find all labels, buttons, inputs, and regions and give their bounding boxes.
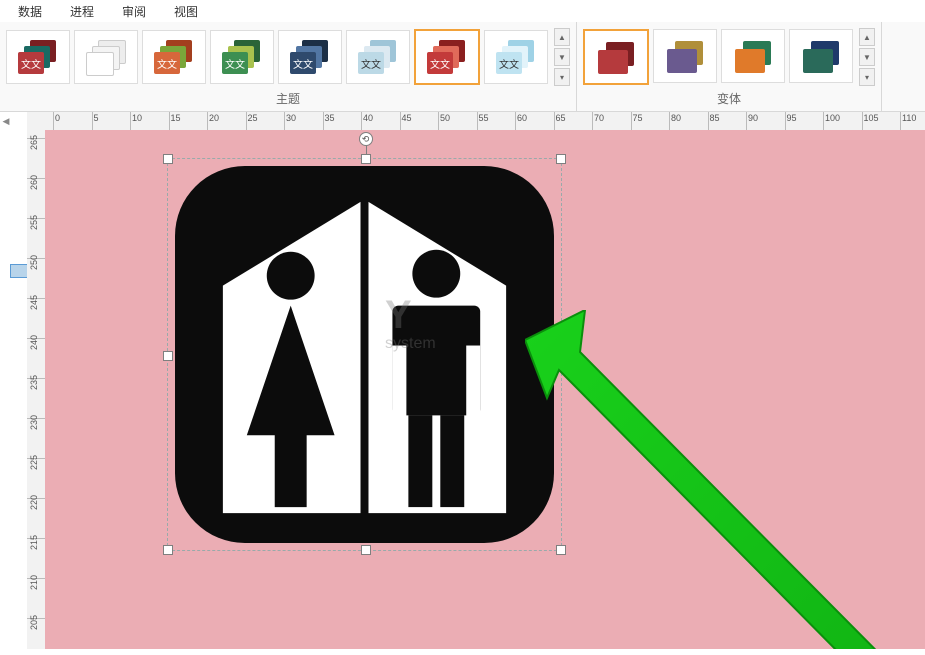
ruler-v-label: 240 [29,335,39,350]
ruler-h-label: 10 [132,113,142,123]
page-thumbnail-strip[interactable] [12,112,27,649]
panel-collapse-gutter: ◀ [0,112,12,649]
ruler-h-label: 105 [864,113,879,123]
ruler-h-label: 60 [517,113,527,123]
ruler-h-label: 110 [902,113,916,123]
ruler-h-label: 20 [209,113,219,123]
drawing-canvas[interactable]: ⟲ [45,130,925,649]
ruler-v-label: 260 [29,175,39,190]
theme-option-0[interactable]: 文文 [6,30,70,84]
ruler-h-label: 65 [556,113,566,123]
ruler-h-label: 85 [710,113,720,123]
ruler-v-label: 215 [29,535,39,550]
theme-option-3[interactable]: 文文 [210,30,274,84]
theme-option-4[interactable]: 文文 [278,30,342,84]
theme-option-5[interactable]: 文文 [346,30,410,84]
ruler-h-label: 100 [825,113,840,123]
annotation-arrow-icon [525,310,925,649]
ruler-h-label: 40 [363,113,373,123]
resize-handle-s[interactable] [361,545,371,555]
ruler-v-label: 265 [29,135,39,150]
ruler-vertical[interactable]: 265 260 255 250 245 240 235 230 225 220 215 210 205 [27,130,46,649]
rotation-handle[interactable]: ⟲ [359,132,373,146]
ruler-corner [27,112,46,131]
ruler-h-label: 95 [787,113,797,123]
theme-thumb-label: 文文 [430,56,450,71]
theme-expand-column: ▲ ▼ ▾ [552,28,570,86]
variant-option-0[interactable] [583,29,649,85]
variant-option-1[interactable] [653,29,717,83]
theme-thumb-label: 文文 [225,56,245,71]
ruler-h-label: 75 [633,113,643,123]
theme-option-7[interactable]: 文文 [484,30,548,84]
theme-thumb-label: 文文 [361,56,381,71]
ruler-v-label: 230 [29,415,39,430]
ruler-h-label: 30 [286,113,296,123]
theme-thumb-label: 文文 [157,56,177,71]
ribbon-group-themes: 文文 文文 文文 文文 文文 文文 文文 ▲ ▼ ▾ 主题 [0,22,577,111]
menu-bar: 数据 进程 审阅 视图 [0,0,925,22]
theme-gallery: 文文 文文 文文 文文 文文 文文 文文 ▲ ▼ ▾ [6,28,570,86]
theme-thumb-label: 文文 [21,56,41,71]
variant-more[interactable]: ▾ [859,68,875,86]
ruler-v-label: 255 [29,215,39,230]
ruler-h-label: 80 [671,113,681,123]
theme-thumb-label: 文文 [499,56,519,71]
theme-option-2[interactable]: 文文 [142,30,206,84]
ruler-v-label: 210 [29,575,39,590]
variant-option-3[interactable] [789,29,853,83]
ruler-v-label: 205 [29,615,39,630]
variant-scroll-up[interactable]: ▲ [859,28,875,46]
theme-option-1[interactable] [74,30,138,84]
ruler-horizontal[interactable]: 0 5 10 15 20 25 30 35 40 45 50 55 60 65 70 75 80 85 90 95 10… [45,112,925,131]
menu-data[interactable]: 数据 [4,0,56,23]
theme-option-6[interactable]: 文文 [414,29,480,85]
resize-handle-e[interactable] [556,351,566,361]
resize-handle-sw[interactable] [163,545,173,555]
ribbon-group-variants: ▲ ▼ ▾ 变体 [577,22,882,111]
ruler-h-label: 5 [94,113,99,123]
ruler-h-label: 15 [171,113,181,123]
resize-handle-w[interactable] [163,351,173,361]
theme-scroll-up[interactable]: ▲ [554,28,570,46]
visio-design-workspace: 数据 进程 审阅 视图 文文 文文 文文 文文 文文 文文 文文 ▲ ▼ ▾ 主题 ▲ ▼ ▾ 变… [0,0,925,655]
theme-thumb-label: 文文 [293,56,313,71]
variant-gallery: ▲ ▼ ▾ [583,28,875,86]
ruler-h-label: 90 [748,113,758,123]
ruler-h-label: 70 [594,113,604,123]
themes-group-label: 主题 [6,86,570,109]
resize-handle-n[interactable] [361,154,371,164]
ribbon: 文文 文文 文文 文文 文文 文文 文文 ▲ ▼ ▾ 主题 ▲ ▼ ▾ 变体 [0,22,925,112]
ruler-v-label: 220 [29,495,39,510]
workspace: ◀ 0 5 10 15 20 25 30 35 40 45 50 55 60 65 70 75 80 85 90 95… [0,112,925,649]
ruler-h-label: 45 [402,113,412,123]
ruler-h-label: 0 [55,113,60,123]
ruler-v-label: 235 [29,375,39,390]
panel-collapse-toggle[interactable]: ◀ [3,116,10,127]
variants-group-label: 变体 [583,86,875,109]
ruler-h-label: 35 [325,113,335,123]
restroom-sign-icon[interactable] [175,166,554,543]
menu-process[interactable]: 进程 [56,0,108,23]
variant-expand-column: ▲ ▼ ▾ [857,28,875,86]
variant-scroll-down[interactable]: ▼ [859,48,875,66]
resize-handle-nw[interactable] [163,154,173,164]
ruler-v-label: 245 [29,295,39,310]
resize-handle-ne[interactable] [556,154,566,164]
ruler-v-label: 250 [29,255,39,270]
ruler-h-label: 50 [440,113,450,123]
menu-view[interactable]: 视图 [160,0,212,23]
ruler-v-label: 225 [29,455,39,470]
menu-review[interactable]: 审阅 [108,0,160,23]
theme-more[interactable]: ▾ [554,68,570,86]
theme-scroll-down[interactable]: ▼ [554,48,570,66]
selected-shape-restroom-sign[interactable]: ⟲ [167,158,562,551]
resize-handle-se[interactable] [556,545,566,555]
ruler-h-label: 55 [479,113,489,123]
variant-option-2[interactable] [721,29,785,83]
ruler-h-label: 25 [248,113,258,123]
